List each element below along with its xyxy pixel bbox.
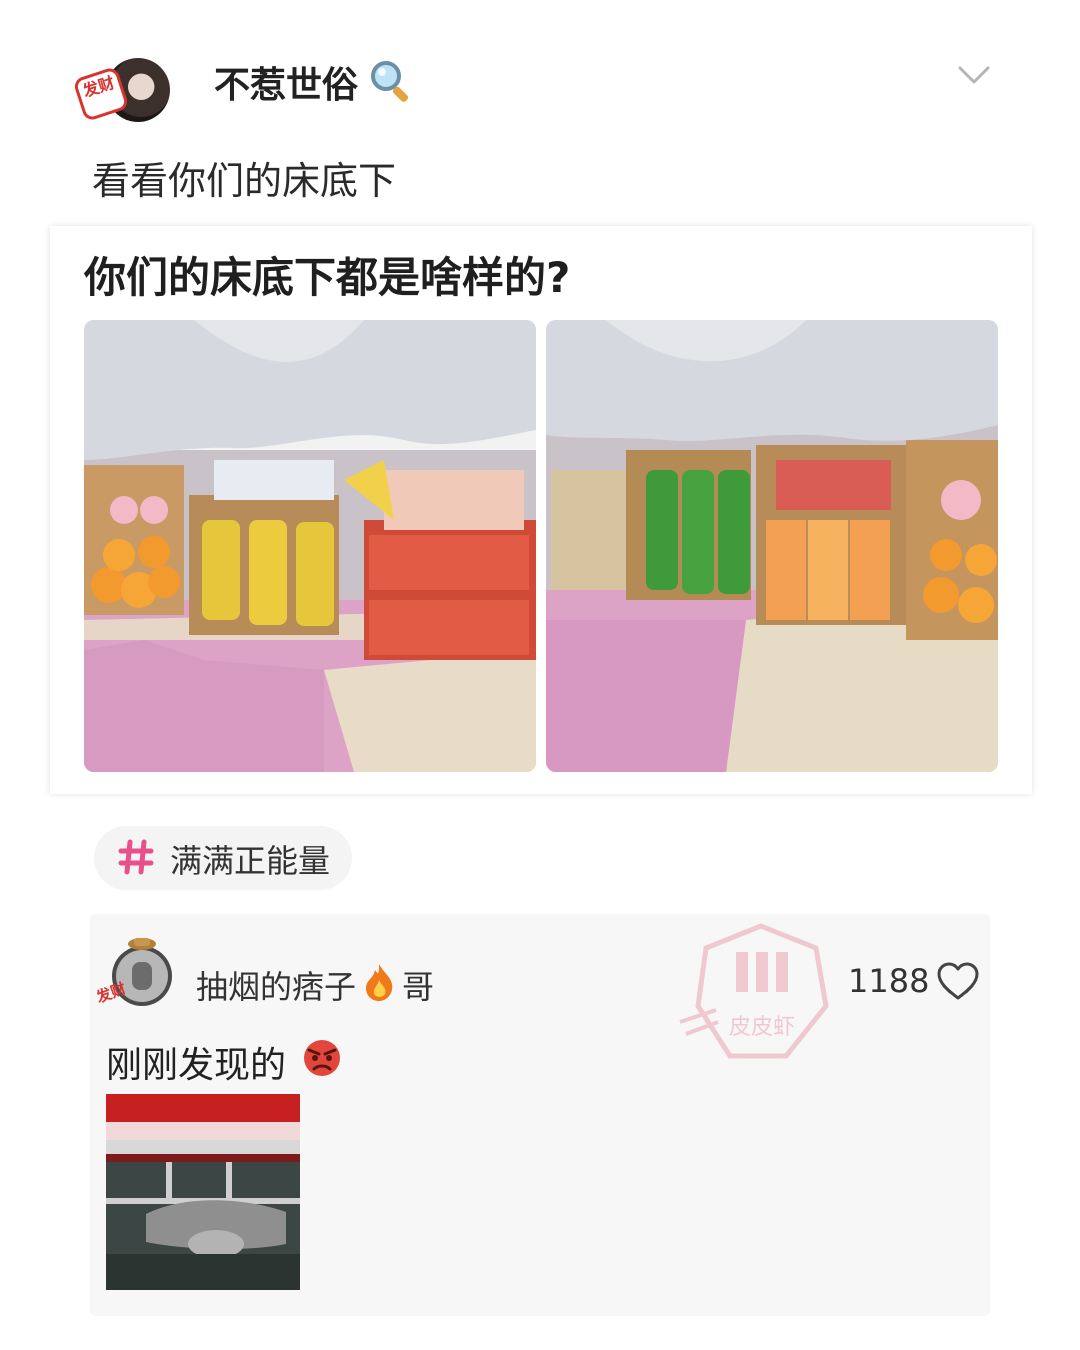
fire-icon bbox=[366, 964, 393, 1001]
hashtag-label[interactable]: 满满正能量 bbox=[170, 836, 330, 882]
comment-text: 刚刚发现的 bbox=[106, 1045, 287, 1086]
card-photo-left[interactable] bbox=[84, 320, 536, 772]
like-count: 1188 bbox=[848, 962, 930, 1000]
watermark-text: 皮皮虾 bbox=[729, 1015, 795, 1040]
angry-face-icon bbox=[304, 1040, 340, 1076]
chevron-down-icon[interactable] bbox=[958, 64, 990, 86]
commenter-name[interactable]: 抽烟的痞子 bbox=[196, 962, 356, 1008]
hash-icon bbox=[118, 839, 154, 875]
author-name[interactable]: 不惹世俗 bbox=[214, 56, 358, 108]
heart-like-icon[interactable] bbox=[936, 962, 980, 1002]
magnifier-icon bbox=[371, 61, 409, 102]
card-photo-right[interactable] bbox=[546, 320, 998, 772]
card-title: 你们的床底下都是啥样的? bbox=[84, 253, 571, 302]
comment-photo[interactable] bbox=[106, 1094, 300, 1290]
author-avatar[interactable]: 发财 bbox=[72, 58, 180, 123]
watermark-logo: 皮皮虾 bbox=[679, 923, 829, 1059]
post-text: 看看你们的床底下 bbox=[92, 159, 397, 203]
commenter-name-suffix[interactable]: 哥 bbox=[402, 962, 434, 1008]
